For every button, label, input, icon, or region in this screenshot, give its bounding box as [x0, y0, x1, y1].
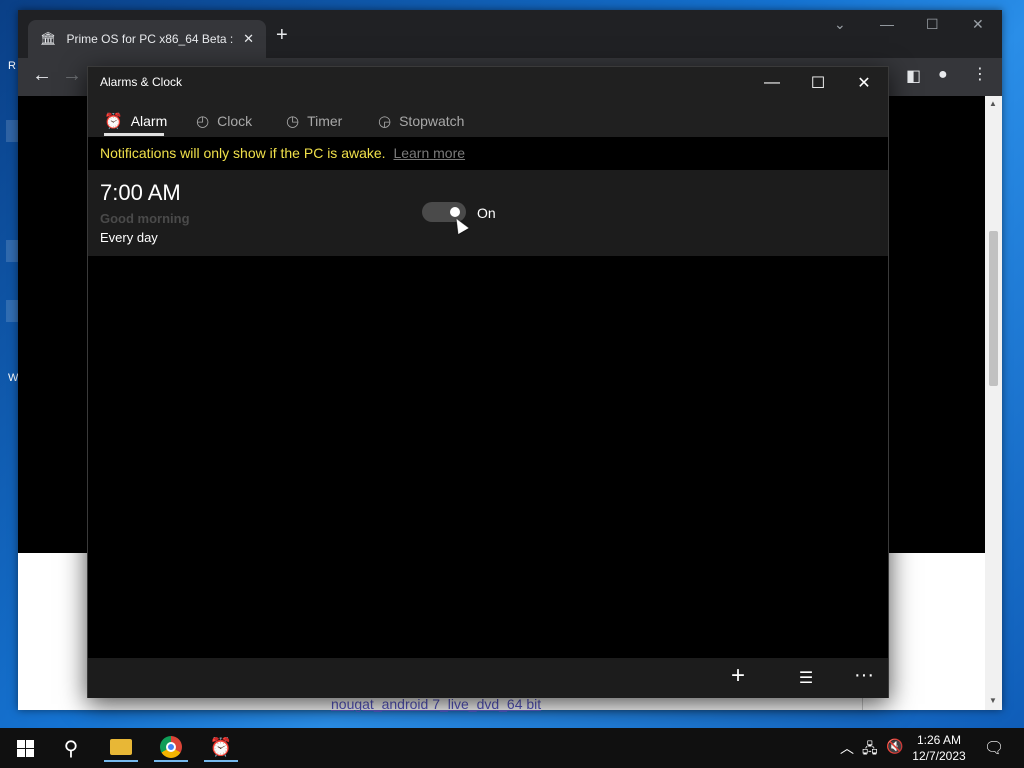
scroll-up-icon[interactable]: ▲	[989, 99, 997, 108]
maximize-button[interactable]: ☐	[798, 71, 838, 95]
more-options-button[interactable]: ···	[849, 664, 879, 687]
tab-label: Stopwatch	[399, 113, 465, 129]
tab-close-icon[interactable]: ✕	[243, 31, 254, 47]
desktop-icon-stub[interactable]	[6, 120, 18, 142]
add-alarm-button[interactable]: +	[723, 662, 753, 690]
search-icon[interactable]: ⚲	[54, 734, 88, 762]
awake-notice: Notifications will only show if the PC i…	[88, 137, 888, 169]
alarm-time: 7:00 AM	[100, 180, 181, 205]
notice-text: Notifications will only show if the PC i…	[100, 145, 386, 161]
clock-date: 12/7/2023	[912, 749, 966, 763]
tab-alarm[interactable]: ⏰ Alarm	[104, 107, 167, 135]
tab-label: Alarm	[130, 113, 168, 129]
scroll-down-icon[interactable]: ▼	[989, 696, 997, 705]
stopwatch-icon: ◶	[378, 113, 392, 130]
back-arrow-icon[interactable]: ←	[32, 64, 52, 87]
window-title: Alarms & Clock	[100, 75, 183, 89]
browser-close-button[interactable]: ✕	[972, 16, 984, 33]
tab-label: Clock	[217, 113, 253, 129]
alarms-command-bar: + ☰ ···	[88, 658, 888, 698]
tab-search-icon[interactable]: ⌄	[834, 16, 846, 33]
tab-timer[interactable]: ◷ Timer	[286, 107, 342, 135]
chrome-icon	[160, 736, 182, 758]
desktop: R W 🏛 Prime OS for PC x86_64 Beta : Fl ✕…	[0, 0, 1024, 728]
desktop-label: W	[8, 372, 19, 384]
show-hidden-icons-chevron-icon[interactable]: ︿	[840, 738, 854, 758]
select-alarms-button[interactable]: ☰	[791, 668, 821, 688]
tab-clock[interactable]: ◴ Clock	[196, 107, 252, 135]
side-panel-icon[interactable]: ◧	[906, 66, 921, 86]
browser-tab[interactable]: 🏛 Prime OS for PC x86_64 Beta : Fl ✕	[28, 20, 266, 58]
taskbar-clock[interactable]: 1:26 AM 12/7/2023	[908, 732, 970, 764]
taskbar: ⚲ ⏰ ︿ 🖧 🔇 1:26 AM 12/7/2023 🗨	[0, 728, 1024, 768]
download-link[interactable]: nougat_android 7_live_dvd_64 bit	[331, 696, 541, 712]
windows-logo-icon	[16, 739, 34, 757]
world-clock-icon: ◴	[196, 113, 210, 130]
tab-label: Timer	[307, 113, 343, 129]
alarm-clock-icon: ⏰	[104, 113, 123, 130]
alarm-name: Good morning	[100, 211, 190, 226]
scrollbar-thumb[interactable]	[989, 231, 998, 386]
browser-maximize-button[interactable]: ☐	[926, 16, 939, 33]
alarms-titlebar[interactable]: Alarms & Clock — ☐ ✕	[88, 67, 888, 99]
folder-icon	[110, 739, 132, 755]
forward-arrow-icon[interactable]: →	[62, 64, 82, 87]
profile-icon[interactable]: ●	[938, 66, 948, 84]
alarms-tab-bar: ⏰ Alarm ◴ Clock ◷ Timer ◶ Stopwatch	[88, 99, 888, 137]
file-explorer-button[interactable]	[104, 734, 138, 762]
alarm-repeat: Every day	[100, 230, 158, 245]
chrome-button[interactable]	[154, 734, 188, 762]
timer-icon: ◷	[286, 113, 300, 130]
browser-scrollbar[interactable]: ▲ ▼	[985, 96, 1002, 710]
notification-center-icon[interactable]: 🗨	[984, 738, 1004, 758]
archive-favicon-icon: 🏛	[40, 31, 57, 46]
desktop-label: R	[8, 60, 16, 72]
alarm-item[interactable]: 7:00 AM Good morning Every day On	[88, 170, 888, 256]
browser-tabstrip: 🏛 Prime OS for PC x86_64 Beta : Fl ✕ + ⌄…	[18, 10, 1002, 58]
menu-kebab-icon[interactable]: ⋮	[972, 64, 988, 84]
close-button[interactable]: ✕	[844, 71, 884, 95]
clock-time: 1:26 AM	[916, 733, 962, 747]
new-tab-button[interactable]: +	[276, 24, 288, 47]
minimize-button[interactable]: —	[752, 71, 792, 95]
tab-stopwatch[interactable]: ◶ Stopwatch	[378, 107, 464, 135]
active-tab-indicator	[104, 133, 164, 136]
alarms-clock-taskbar-button[interactable]: ⏰	[204, 734, 238, 762]
start-button[interactable]	[8, 734, 42, 762]
alarms-clock-window: Alarms & Clock — ☐ ✕ ⏰ Alarm ◴ Clock ◷ T…	[87, 66, 889, 698]
learn-more-link[interactable]: Learn more	[393, 145, 465, 161]
alarm-clock-icon: ⏰	[209, 736, 233, 757]
toggle-state-label: On	[477, 205, 496, 221]
desktop-icon-stub[interactable]	[6, 240, 18, 262]
toggle-knob	[450, 207, 460, 217]
network-icon[interactable]: 🖧	[862, 738, 878, 762]
browser-minimize-button[interactable]: —	[880, 16, 894, 32]
desktop-icon-stub[interactable]	[6, 300, 18, 322]
browser-tab-title: Prime OS for PC x86_64 Beta : Fl	[66, 32, 234, 46]
volume-muted-icon[interactable]: 🔇	[886, 738, 903, 755]
